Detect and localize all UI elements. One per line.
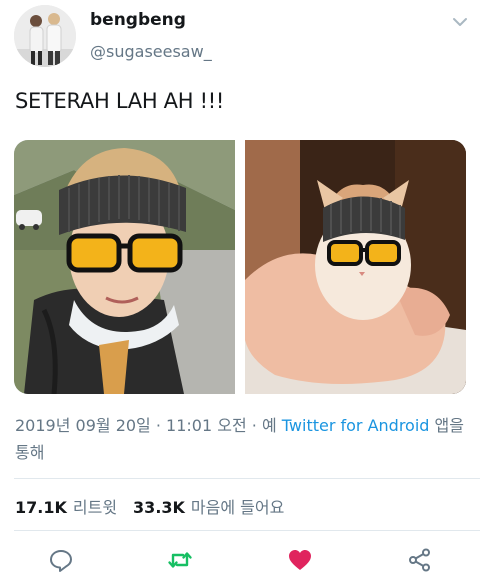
tweet-text: SETERAH LAH AH !!! <box>15 89 224 113</box>
user-handle[interactable]: @sugaseesaw_ <box>90 42 212 61</box>
via-prefix: 예 <box>261 416 277 435</box>
divider <box>14 530 480 531</box>
tweet-stats: 17.1K 리트윗 33.3K 마음에 들어요 <box>15 494 284 518</box>
retweet-icon[interactable] <box>167 547 193 573</box>
retweets-count: 17.1K <box>15 498 67 517</box>
chevron-down-icon[interactable] <box>451 14 469 28</box>
display-name[interactable]: bengbeng <box>90 10 186 30</box>
likes-label: 마음에 들어요 <box>190 498 285 517</box>
media-photo-selfie[interactable] <box>14 140 235 394</box>
retweets-stat[interactable]: 17.1K 리트윗 <box>15 494 117 518</box>
meta-separator: · <box>251 416 262 435</box>
tweet-actions <box>0 543 480 577</box>
reply-icon[interactable] <box>48 547 74 573</box>
via-suffix: 앱을 <box>434 416 464 435</box>
tweet-time[interactable]: 11:01 오전 <box>166 416 247 435</box>
share-icon[interactable] <box>407 547 433 573</box>
source-link[interactable]: Twitter for Android <box>282 416 430 435</box>
tweet-date[interactable]: 2019년 09월 20일 <box>15 416 151 435</box>
meta-separator: · <box>155 416 167 435</box>
divider <box>14 478 480 479</box>
retweets-label: 리트윗 <box>72 498 118 517</box>
via-suffix-line2: 통해 <box>15 443 45 462</box>
tweet-media <box>14 140 466 394</box>
avatar[interactable] <box>14 5 76 67</box>
media-photo-kitten[interactable] <box>245 140 466 394</box>
likes-count: 33.3K <box>133 498 185 517</box>
heart-icon[interactable] <box>287 547 313 573</box>
likes-stat[interactable]: 33.3K 마음에 들어요 <box>133 494 284 518</box>
tweet-meta: 2019년 09월 20일 · 11:01 오전 · 예 Twitter for… <box>15 412 467 466</box>
